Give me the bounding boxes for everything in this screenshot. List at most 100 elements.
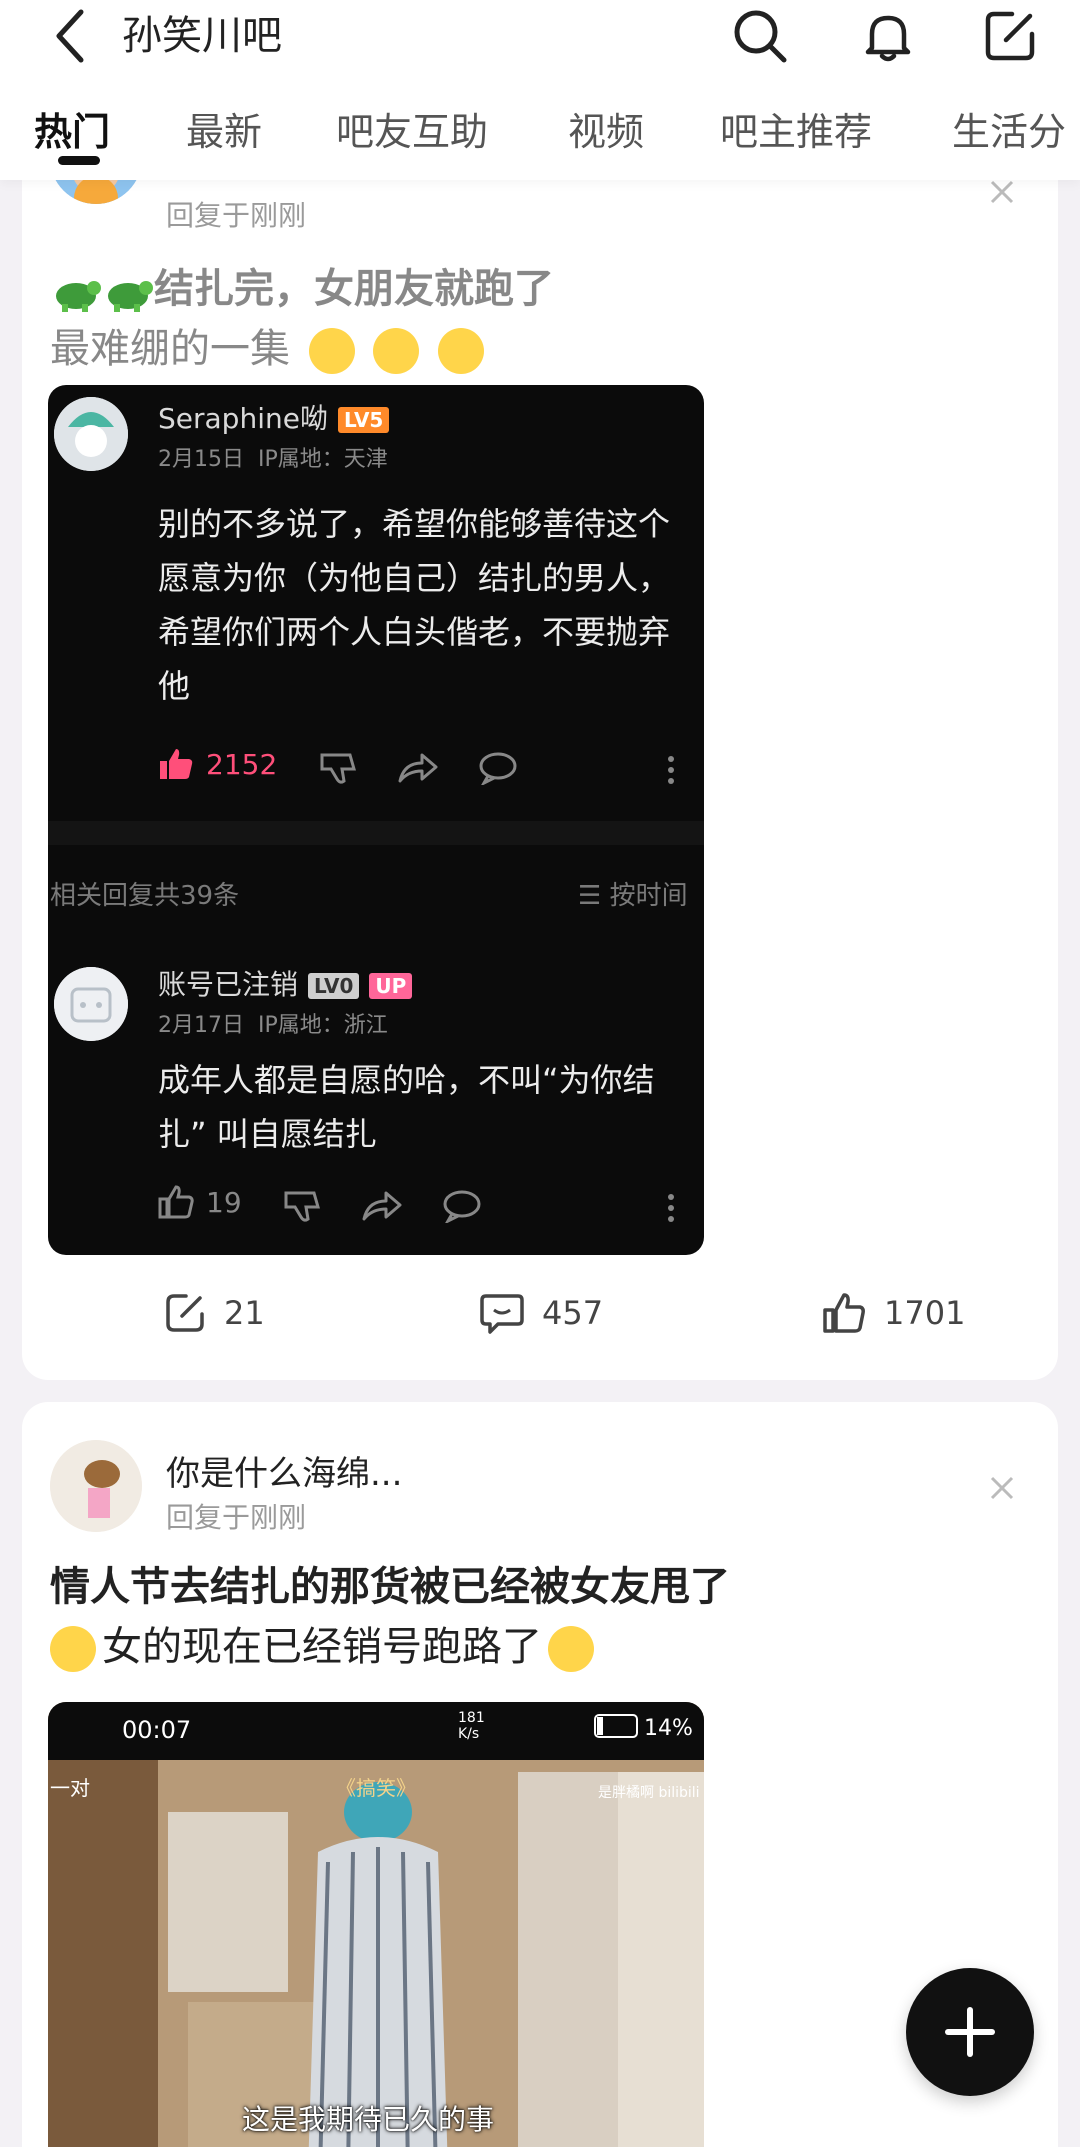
comment-count: 457 [542, 1294, 604, 1332]
comment-icon [480, 1294, 524, 1334]
comment-like: 19 [158, 1185, 242, 1219]
video-subtitle: 这是我期待已久的事 [242, 2103, 495, 2136]
more-icon [668, 756, 674, 784]
active-tab-indicator [58, 156, 100, 165]
close-icon [990, 180, 1014, 204]
level-badge: LV0 [308, 973, 360, 999]
close-button[interactable] [982, 1468, 1022, 1508]
post-image[interactable]: Seraphine呦 LV5 2月15日 IP属地：天津 别的不多说了，希望你能够… [48, 385, 704, 1255]
comment-ip: IP属地：浙江 [258, 1013, 388, 1038]
share-icon [166, 1294, 204, 1332]
status-time: 00:07 [122, 1716, 192, 1744]
up-badge: UP [369, 973, 413, 999]
top-bar: 孙笑川吧 热门 最新 吧友互助 视频 吧主推荐 生活分 [0, 0, 1080, 180]
share-count: 21 [224, 1294, 265, 1332]
level-badge: LV5 [337, 407, 390, 433]
comment-date: 2月15日 [158, 447, 244, 472]
comment-user: Seraphine呦 LV5 [158, 397, 390, 437]
laughing-emoji-icon [373, 328, 420, 374]
avatar-image [50, 1440, 142, 1532]
avatar [54, 967, 128, 1041]
thumbs-up-icon [823, 1293, 865, 1333]
post-body: 最难绷的一集 [50, 316, 485, 374]
bell-icon [865, 15, 911, 62]
thumbs-down-icon [320, 753, 356, 784]
notification-button[interactable] [852, 0, 924, 72]
net-speed: 181 K/s [458, 1710, 485, 1742]
post-body: 女的现在已经销号跑路了 [50, 1614, 594, 1672]
watermark: 是胖橘啊 bilibili [598, 1785, 700, 1801]
tab-video[interactable]: 视频 [568, 100, 644, 164]
divider [48, 821, 704, 845]
search-icon [734, 10, 787, 63]
more-icon [668, 1194, 674, 1222]
share-icon [362, 1191, 402, 1221]
video-caption: 《搞笑》 [336, 1776, 416, 1800]
laughing-emoji-icon [308, 328, 355, 374]
comment-username: Seraphine呦 [158, 402, 328, 435]
thumbs-down-icon [284, 1191, 320, 1222]
post-body-text: 最难绷的一集 [50, 326, 290, 372]
sort-label: 按时间 [609, 881, 688, 911]
post-title-text: 结扎完，女朋友就跑了 [154, 266, 554, 312]
thumbs-up-icon [160, 749, 193, 779]
post-card[interactable]: 你是什么海绵... 回复于刚刚 情人节去结扎的那货被已经被女友甩了 女的现在已经… [22, 1402, 1058, 2147]
comment-ip: IP属地：天津 [258, 447, 388, 472]
tab-latest[interactable]: 最新 [186, 100, 262, 164]
tab-help[interactable]: 吧友互助 [336, 100, 488, 164]
share-icon [398, 753, 438, 783]
create-post-button[interactable] [906, 1968, 1034, 2096]
like-count: 1701 [884, 1294, 966, 1332]
post-title[interactable]: 情人节去结扎的那货被已经被女友甩了 [50, 1554, 730, 1612]
comment-text: 别的不多说了，希望你能够善待这个愿意为你（为他自己）结扎的男人，希望你们两个人白… [158, 505, 671, 705]
thumbs-up-icon [158, 1185, 194, 1219]
comment-user: 账号已注销 LV0 UP [158, 963, 413, 1003]
replies-count: 相关回复共39条 [50, 881, 240, 911]
post-title[interactable]: 结扎完，女朋友就跑了 [50, 256, 554, 314]
share-button[interactable]: 21 [164, 1292, 265, 1334]
like-count: 19 [206, 1185, 242, 1219]
turtle-icon [102, 268, 154, 314]
back-button[interactable] [42, 6, 98, 66]
plus-icon [945, 2007, 995, 2057]
comment-text: 成年人都是自愿的哈，不叫“为你结扎” 叫自愿结扎 [158, 1061, 655, 1153]
comment-icon [443, 1190, 481, 1223]
comment-date: 2月17日 [158, 1013, 244, 1038]
chevron-left-icon [56, 9, 84, 63]
tab-life[interactable]: 生活分 [952, 100, 1066, 164]
comment-button[interactable]: 457 [480, 1292, 603, 1334]
edit-icon [985, 11, 1035, 61]
battery-icon [594, 1714, 638, 1738]
battery-level: 14% [644, 1716, 693, 1741]
face-with-hand-emoji-icon [548, 1626, 594, 1672]
like-count: 2152 [206, 747, 278, 781]
avatar[interactable] [50, 1440, 142, 1532]
comment-meta: 2月17日 IP属地：浙江 [158, 1007, 388, 1039]
post-body-text: 女的现在已经销号跑路了 [102, 1624, 542, 1670]
post-card[interactable]: 回复于刚刚 结扎完，女朋友就跑了 最难绷的一集 Seraphine呦 LV5 2月… [22, 90, 1058, 1380]
sort-order: ☰ 按时间 [578, 875, 688, 912]
page-title: 孙笑川吧 [122, 13, 282, 59]
laughing-emoji-icon [438, 328, 485, 374]
post-video[interactable]: 00:07 181 K/s 14% 一对 《搞笑》 是胖橘啊 bilibili … [48, 1702, 704, 2147]
turtle-icon [50, 268, 102, 314]
comment-icon [479, 752, 517, 785]
avatar [54, 397, 128, 471]
comment-username: 账号已注销 [158, 968, 299, 1001]
tab-bar: 热门 最新 吧友互助 视频 吧主推荐 生活分 [0, 100, 1080, 164]
video-frame [48, 1702, 704, 2147]
like-button[interactable]: 1701 [822, 1292, 965, 1334]
tab-hot[interactable]: 热门 [34, 100, 110, 164]
post-author[interactable]: 你是什么海绵... [166, 1446, 402, 1495]
post-meta: 回复于刚刚 [166, 199, 307, 232]
tab-recommend[interactable]: 吧主推荐 [720, 100, 872, 164]
search-button[interactable] [724, 0, 796, 72]
compose-button[interactable] [974, 0, 1046, 72]
post-meta: 回复于刚刚 [166, 1501, 307, 1534]
close-icon [990, 1476, 1014, 1500]
post-actions: 21 457 1701 [22, 1292, 1058, 1352]
video-tag: 一对 [50, 1776, 90, 1800]
comment-meta: 2月15日 IP属地：天津 [158, 441, 388, 473]
list-icon: ☰ [578, 881, 602, 911]
comment-like: 2152 [158, 747, 277, 781]
